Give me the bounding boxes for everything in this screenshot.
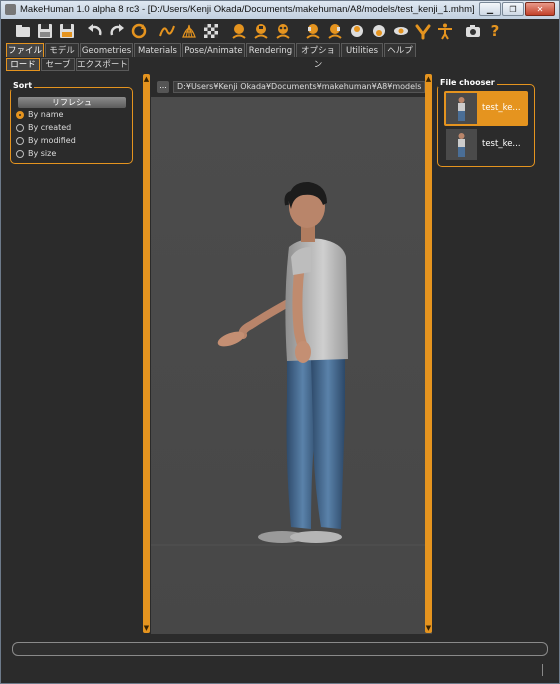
status-bar (12, 642, 548, 656)
tab-geometries[interactable]: Geometries (80, 43, 133, 57)
restore-button[interactable]: ❐ (502, 2, 524, 16)
radio-by-size[interactable]: By size (16, 149, 56, 158)
t-pose-icon[interactable] (436, 22, 454, 40)
close-button[interactable]: ✕ (525, 2, 555, 16)
checker-icon[interactable] (202, 22, 220, 40)
bottom-view-icon[interactable] (370, 22, 388, 40)
screenshot-icon[interactable] (464, 22, 482, 40)
file-name: test_ke... (482, 103, 521, 113)
model-thumbnail (446, 129, 477, 160)
path-bar: ... D:¥Users¥Kenji Okada¥Documents¥makeh… (157, 81, 425, 93)
file-name: test_ke... (482, 139, 521, 149)
tab-utilities[interactable]: Utilities (341, 43, 383, 57)
undo-icon[interactable] (86, 22, 104, 40)
skeleton-icon[interactable] (414, 22, 432, 40)
reset-icon[interactable] (130, 22, 148, 40)
sub-tabs: ロード セーブ エクスポート (1, 58, 559, 71)
radio-by-modified[interactable]: By modified (16, 136, 76, 145)
tab-options[interactable]: オプション (296, 43, 340, 70)
window-title: MakeHuman 1.0 alpha 8 rc3 - [D:/Users/Ke… (20, 4, 475, 15)
tab-materials[interactable]: Materials (134, 43, 181, 57)
help-icon[interactable]: ? (486, 22, 504, 40)
model-thumbnail (446, 93, 477, 124)
window-controls: ▁ ❐ ✕ (479, 2, 555, 16)
radio-indicator (16, 123, 24, 132)
radio-label: By modified (28, 136, 76, 145)
resize-grip[interactable] (542, 664, 543, 676)
tab-file[interactable]: ファイル (6, 43, 44, 57)
scroll-up-arrow[interactable]: ▲ (143, 75, 150, 83)
tab-model[interactable]: モデル (45, 43, 79, 57)
front-view-icon[interactable] (230, 22, 248, 40)
file-item[interactable]: test_ke... (444, 127, 528, 162)
left-scrollbar[interactable]: ▲ ▼ (143, 74, 150, 633)
new-file-icon[interactable] (14, 22, 32, 40)
app-window: MakeHuman 1.0 alpha 8 rc3 - [D:/Users/Ke… (0, 0, 560, 684)
browse-button[interactable]: ... (157, 81, 169, 93)
file-chooser-group: File chooser test_ke... test_ke... (437, 78, 535, 167)
subtab-save[interactable]: セーブ (41, 58, 75, 71)
3d-viewport[interactable] (151, 97, 432, 634)
wireframe-icon[interactable] (180, 22, 198, 40)
scroll-down-arrow[interactable]: ▼ (143, 624, 150, 632)
radio-selected-indicator (16, 110, 24, 119)
back-view-icon[interactable] (252, 22, 270, 40)
path-field[interactable]: D:¥Users¥Kenji Okada¥Documents¥makehuman… (173, 81, 425, 93)
subtab-export[interactable]: エクスポート (76, 58, 129, 71)
left-view-icon[interactable] (304, 22, 322, 40)
scroll-down-arrow[interactable]: ▼ (425, 624, 432, 632)
radio-label: By created (28, 123, 72, 132)
radio-label: By size (28, 149, 57, 158)
radio-label: By name (28, 110, 64, 119)
subtab-load[interactable]: ロード (6, 58, 40, 71)
radio-indicator (16, 149, 24, 158)
top-view-icon[interactable] (348, 22, 366, 40)
pose-view-icon[interactable] (392, 22, 410, 40)
sort-title: Sort (11, 81, 35, 90)
redo-icon[interactable] (108, 22, 126, 40)
title-bar[interactable]: MakeHuman 1.0 alpha 8 rc3 - [D:/Users/Ke… (1, 1, 559, 19)
file-chooser-title: File chooser (438, 78, 497, 87)
app-icon (5, 4, 16, 15)
sort-group: Sort リフレシュ By name By created By modifie… (10, 81, 133, 164)
tab-rendering[interactable]: Rendering (246, 43, 295, 57)
side-view-icon[interactable] (274, 22, 292, 40)
scroll-up-arrow[interactable]: ▲ (425, 75, 432, 83)
save-as-icon[interactable] (58, 22, 76, 40)
right-scrollbar[interactable]: ▲ ▼ (425, 74, 432, 633)
minimize-button[interactable]: ▁ (479, 2, 501, 16)
refresh-button[interactable]: リフレシュ (18, 97, 126, 108)
main-tabs: ファイル モデル Geometries Materials Pose/Anima… (1, 43, 559, 70)
human-model-render (151, 97, 432, 634)
right-view-icon[interactable] (326, 22, 344, 40)
smooth-icon[interactable] (158, 22, 176, 40)
radio-by-created[interactable]: By created (16, 123, 71, 132)
radio-indicator (16, 136, 24, 145)
radio-by-name[interactable]: By name (16, 110, 63, 119)
tab-help[interactable]: ヘルプ (384, 43, 416, 57)
toolbar: ? (1, 19, 559, 43)
tab-pose-animate[interactable]: Pose/Animate (182, 43, 245, 57)
save-icon[interactable] (36, 22, 54, 40)
file-item-selected[interactable]: test_ke... (444, 91, 528, 126)
